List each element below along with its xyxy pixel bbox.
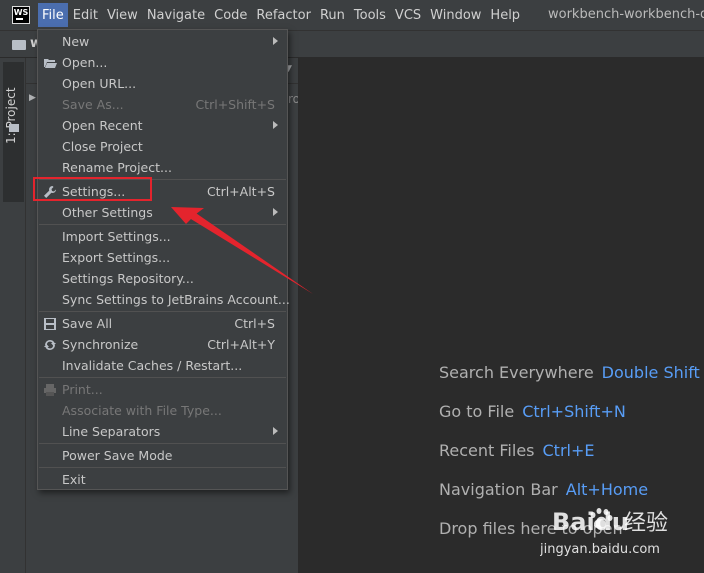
watermark-suffix-text: 经验 xyxy=(624,511,668,536)
watermark-brand-text: Baidu xyxy=(552,508,629,536)
annotation-arrow xyxy=(171,207,313,294)
baidu-jingyan-watermark: Baidu 经验 jingyan.baidu.com xyxy=(540,508,668,557)
watermark-url-text: jingyan.baidu.com xyxy=(540,542,660,557)
